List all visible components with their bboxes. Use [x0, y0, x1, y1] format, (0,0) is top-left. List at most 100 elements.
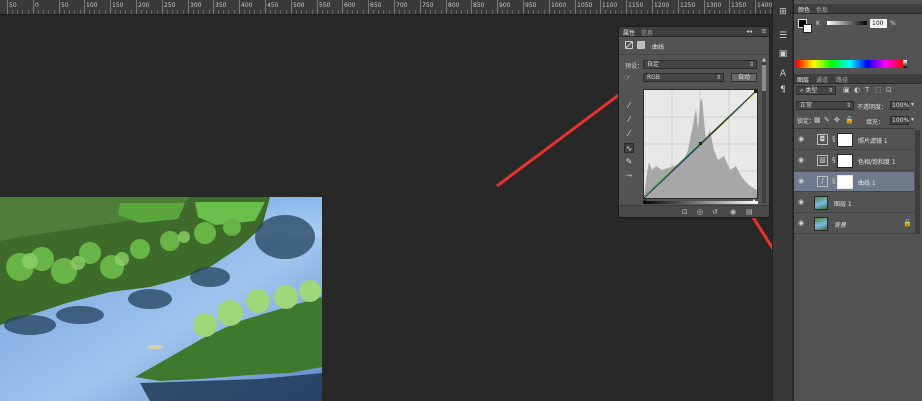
panel-menu-button[interactable]: ≡: [761, 27, 767, 35]
layer-thumbnail: [814, 217, 828, 231]
layer-mask-thumbnail[interactable]: [837, 133, 853, 147]
link-chain-icon: §: [832, 177, 836, 185]
filter-smart-object-icon[interactable]: ⊡: [886, 86, 892, 94]
properties-panel-header: 属性 信息 ◂◂ ≡: [619, 27, 769, 37]
tab-layers[interactable]: 图层: [797, 75, 809, 84]
dropdown-arrow-icon: ⇕: [715, 74, 721, 81]
tab-swatches[interactable]: 色板: [816, 5, 828, 14]
layer-row-curves[interactable]: ◉ ∕ § 曲线 1: [794, 172, 914, 192]
filter-pixel-icon[interactable]: ▣: [843, 86, 850, 94]
delete-adjustment-icon[interactable]: ▤: [746, 208, 753, 216]
background-color-swatch[interactable]: [803, 24, 812, 33]
gray-point-eyedropper-icon[interactable]: ⁄: [624, 115, 634, 125]
link-chain-icon: §: [832, 156, 836, 164]
clip-to-layer-icon[interactable]: ⊡: [682, 208, 688, 216]
layer-name: 色相/饱和度 1: [858, 159, 896, 166]
scroll-up-icon[interactable]: ▲: [762, 57, 766, 63]
tab-paths[interactable]: 路径: [836, 75, 848, 84]
right-panel: 颜色 色板 K 100 % 图层 通道 路径 ⌕ 类型 ⇕ ▣ ◐ T ⬚ ⊡ …: [793, 0, 922, 401]
color-spectrum-bar[interactable]: [796, 60, 903, 68]
visibility-eye-icon[interactable]: ◉: [798, 135, 804, 143]
opacity-field[interactable]: 100%: [890, 101, 909, 110]
view-previous-state-icon[interactable]: ◎: [697, 208, 703, 216]
scrollbar-thumb[interactable]: [762, 65, 766, 91]
output-gradient-bar: [643, 201, 758, 204]
layer-row-layer-1[interactable]: ◉ 图层 1: [794, 193, 914, 213]
visibility-eye-icon[interactable]: ◉: [798, 219, 804, 227]
layer-name: 曲线 1: [858, 180, 876, 187]
curve-edit-points-icon[interactable]: ∿: [624, 143, 634, 153]
lock-all-icon[interactable]: 🔒: [845, 116, 854, 124]
layer-row-hue-saturation[interactable]: ◉ ▥ § 色相/饱和度 1: [794, 151, 914, 171]
white-input-slider[interactable]: ▲: [752, 198, 756, 204]
visibility-eye-icon[interactable]: ◉: [798, 177, 804, 185]
properties-scrollbar[interactable]: [762, 61, 766, 203]
layer-mask-icon[interactable]: [637, 41, 645, 49]
lock-position-icon[interactable]: ✥: [834, 116, 840, 124]
blend-mode-select[interactable]: 正常 ⇕: [796, 101, 854, 110]
filter-adjustment-icon[interactable]: ◐: [854, 86, 860, 94]
layer-mask-thumbnail[interactable]: [837, 175, 853, 189]
history-icon[interactable]: ⊞: [777, 6, 789, 18]
k-slider-label: K: [816, 20, 820, 27]
k-value-field[interactable]: 100: [870, 19, 887, 28]
layer-row-background[interactable]: ◉ 背景 🔒: [794, 214, 914, 234]
divider: [619, 54, 769, 55]
filter-kind-value: 类型: [805, 87, 818, 94]
tab-color[interactable]: 颜色: [798, 5, 810, 14]
properties-icon[interactable]: ☰: [777, 30, 789, 42]
visibility-eye-icon[interactable]: ◉: [798, 156, 804, 164]
tab-channels[interactable]: 通道: [816, 75, 828, 84]
filter-type-icon[interactable]: T: [865, 86, 869, 94]
lock-image-icon[interactable]: ✎: [824, 116, 830, 124]
preset-select[interactable]: 自定 ⇕: [643, 60, 757, 69]
smooth-curve-icon[interactable]: ⤳: [624, 171, 634, 181]
filter-shape-icon[interactable]: ⬚: [875, 86, 882, 94]
channel-value: RGB: [647, 74, 660, 81]
color-panel-header: 颜色 色板: [794, 4, 922, 14]
layer-row-photo-filter[interactable]: ◉ ◘ § 照片滤镜 1: [794, 130, 914, 150]
lock-label: 锁定：: [797, 118, 816, 125]
tab-properties[interactable]: 属性: [623, 28, 635, 37]
fill-field[interactable]: 100%: [890, 116, 909, 125]
layer-name: 图层 1: [834, 201, 852, 208]
dropdown-arrow-icon: ⇕: [845, 102, 851, 109]
panel-dock-strip: ⊞ ☰ ▣ A ¶: [772, 0, 792, 401]
fill-dropdown-icon[interactable]: ▾: [911, 116, 914, 123]
photo-filter-adjustment-icon: ◘: [817, 134, 828, 145]
grayscale-bar[interactable]: [903, 60, 907, 68]
opacity-dropdown-icon[interactable]: ▾: [911, 101, 914, 108]
layers-panel-header: 图层 通道 路径: [794, 74, 922, 84]
actions-icon[interactable]: ▣: [777, 48, 789, 60]
layer-filter-select[interactable]: ⌕ 类型 ⇕: [796, 86, 836, 95]
link-chain-icon: §: [832, 135, 836, 143]
black-point-eyedropper-icon[interactable]: ⁄: [624, 101, 634, 111]
k-unit: %: [890, 20, 896, 27]
lock-icon[interactable]: 🔒: [903, 219, 912, 227]
on-image-adjust-hand-icon[interactable]: ☞: [624, 73, 636, 83]
channel-select[interactable]: RGB ⇕: [643, 73, 724, 82]
auto-button[interactable]: 自动: [731, 73, 757, 82]
toggle-visibility-icon[interactable]: ◉: [730, 208, 736, 216]
layer-mask-thumbnail[interactable]: [837, 154, 853, 168]
properties-footer: ⊡ ◎ ↺ ◉ ▤: [619, 205, 769, 217]
layer-name: 照片滤镜 1: [858, 138, 888, 145]
white-point-eyedropper-icon[interactable]: ⁄: [624, 129, 634, 139]
curves-adjustment-icon[interactable]: [625, 41, 633, 49]
black-input-slider[interactable]: ▲: [643, 198, 647, 204]
collapse-panel-button[interactable]: ◂◂: [746, 28, 752, 35]
layer-name: 背景: [834, 222, 847, 229]
tab-info[interactable]: 信息: [641, 28, 653, 37]
dropdown-arrow-icon: ⇕: [748, 61, 754, 68]
k-slider-track[interactable]: [827, 21, 867, 25]
opacity-label: 不透明度：: [857, 104, 888, 111]
character-icon[interactable]: A: [777, 68, 789, 80]
paragraph-icon[interactable]: ¶: [777, 84, 789, 96]
blend-mode-value: 正常: [800, 102, 813, 109]
visibility-eye-icon[interactable]: ◉: [798, 198, 804, 206]
layers-scrollbar[interactable]: [915, 130, 920, 234]
lock-transparent-icon[interactable]: ▦: [814, 116, 821, 124]
pencil-draw-icon[interactable]: ✎: [624, 157, 634, 167]
reset-adjustment-icon[interactable]: ↺: [712, 208, 718, 216]
curves-graph[interactable]: [643, 89, 758, 199]
